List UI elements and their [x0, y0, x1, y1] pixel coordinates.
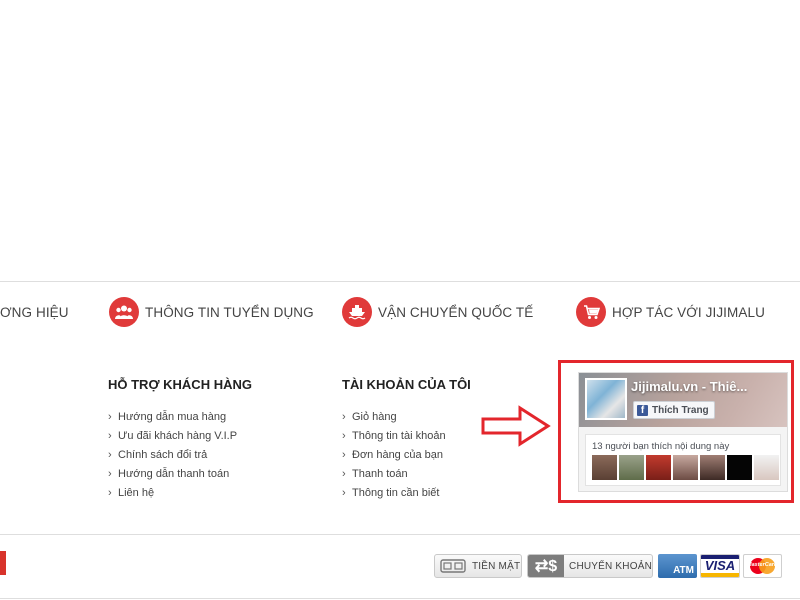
friend-avatar[interactable] [727, 455, 752, 480]
facebook-friends-text: 13 người bạn thích nội dung này [592, 441, 730, 452]
support-link-payment-guide[interactable]: › Hướng dẫn thanh toán [108, 465, 237, 484]
payment-cash-label: TIỀN MẶT [472, 560, 521, 572]
payment-visa: VISA [700, 554, 740, 578]
cash-icon [440, 559, 466, 573]
service-shipping[interactable]: VẬN CHUYỂN QUỐC TẾ [342, 296, 533, 328]
friend-avatar[interactable] [592, 455, 617, 480]
payment-mastercard: MasterCard [743, 554, 782, 578]
service-recruitment-label: THÔNG TIN TUYỂN DỤNG [145, 304, 314, 320]
account-link-orders[interactable]: › Đơn hàng của bạn [342, 446, 446, 465]
service-partnership-label: HỢP TÁC VỚI JIJIMALU [612, 304, 765, 320]
friend-avatar[interactable] [646, 455, 671, 480]
facebook-icon: f [637, 404, 648, 416]
account-link-profile[interactable]: › Thông tin tài khoản [342, 427, 446, 446]
facebook-friend-avatars [592, 455, 781, 480]
footer-middle-divider [0, 534, 800, 535]
red-accent-block [0, 551, 6, 575]
support-link-return-policy[interactable]: › Chính sách đổi trả [108, 446, 237, 465]
service-shipping-label: VẬN CHUYỂN QUỐC TẾ [378, 304, 534, 320]
service-partnership[interactable]: HỢP TÁC VỚI JIJIMALU [576, 296, 765, 328]
account-link-checkout[interactable]: › Thanh toán [342, 465, 446, 484]
friend-avatar[interactable] [619, 455, 644, 480]
payment-atm: ATM [658, 554, 697, 578]
facebook-like-button[interactable]: f Thích Trang [633, 401, 715, 419]
account-link-info[interactable]: › Thông tin cần biết [342, 484, 446, 503]
facebook-friends-panel: 13 người bạn thích nội dung này [585, 434, 781, 486]
support-link-contact[interactable]: › Liên hệ [108, 484, 237, 503]
payment-cash: TIỀN MẶT [434, 554, 522, 578]
chevron-right-icon: › [342, 468, 346, 480]
chevron-right-icon: › [342, 411, 346, 423]
account-links: › Giỏ hàng › Thông tin tài khoản › Đơn hàng… [342, 408, 446, 503]
support-link-vip[interactable]: › Ưu đãi khách hàng V.I.P [108, 427, 237, 446]
support-links: › Hướng dẫn mua hàng › Ưu đãi khách hàng V… [108, 408, 237, 503]
cart-icon [576, 297, 606, 327]
payment-visa-label: VISA [704, 558, 736, 573]
facebook-page-avatar[interactable] [585, 378, 627, 420]
payment-transfer-label: CHUYỂN KHOẢN [569, 560, 652, 572]
support-link-buying-guide[interactable]: › Hướng dẫn mua hàng [108, 408, 237, 427]
chevron-right-icon: › [108, 430, 112, 442]
footer-bottom-divider [0, 598, 800, 599]
chevron-right-icon: › [108, 487, 112, 499]
facebook-page-widget[interactable]: Jijimalu.vn - Thiê... f Thích Trang 13 n… [578, 372, 788, 492]
chevron-right-icon: › [108, 468, 112, 480]
account-link-cart[interactable]: › Giỏ hàng [342, 408, 446, 427]
payment-mastercard-label: MasterCard [747, 562, 778, 568]
facebook-like-label: Thích Trang [652, 404, 709, 416]
chevron-right-icon: › [108, 449, 112, 461]
dollar-transfer-icon: ⇄$ [528, 555, 565, 577]
account-title: TÀI KHOẢN CỦA TÔI [342, 377, 471, 392]
people-icon [109, 297, 139, 327]
friend-avatar[interactable] [673, 455, 698, 480]
arrow-right-icon [481, 405, 551, 447]
chevron-right-icon: › [342, 487, 346, 499]
chevron-right-icon: › [342, 430, 346, 442]
facebook-page-name[interactable]: Jijimalu.vn - Thiê... [631, 379, 747, 394]
support-title: HỖ TRỢ KHÁCH HÀNG [108, 377, 252, 392]
friend-avatar[interactable] [700, 455, 725, 480]
payment-atm-label: ATM [673, 565, 694, 576]
service-recruitment[interactable]: THÔNG TIN TUYỂN DỤNG [109, 296, 314, 328]
chevron-right-icon: › [342, 449, 346, 461]
friend-avatar[interactable] [754, 455, 779, 480]
footer-top-divider [0, 281, 800, 282]
chevron-right-icon: › [108, 411, 112, 423]
service-brand-label: ƠNG HIỆU [0, 304, 69, 320]
ship-icon [342, 297, 372, 327]
service-brand[interactable]: ƠNG HIỆU [0, 296, 69, 328]
payment-transfer: ⇄$ CHUYỂN KHOẢN [527, 554, 653, 578]
